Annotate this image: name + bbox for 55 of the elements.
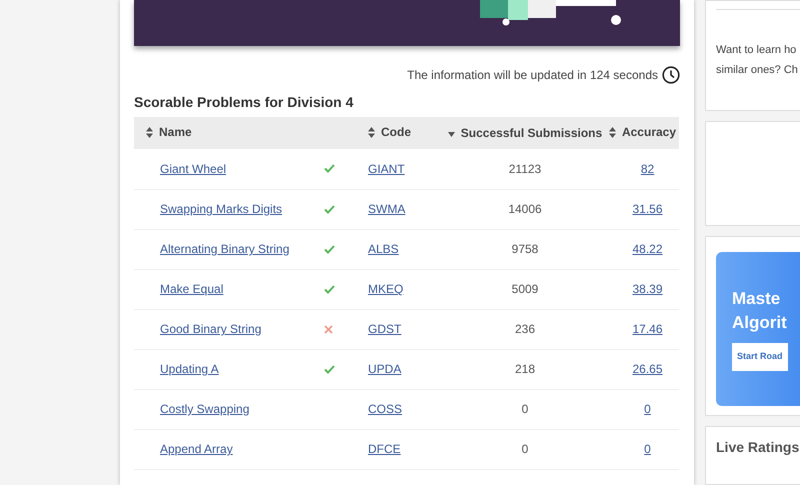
problem-link[interactable]: Make Equal	[160, 282, 224, 296]
learn-text: similar ones? Ch	[716, 63, 799, 78]
learn-text: Want to learn ho	[716, 43, 798, 58]
accuracy-link[interactable]: 48.22	[632, 242, 663, 256]
accuracy-link[interactable]: 0	[644, 402, 651, 416]
live-ratings-title: Live Ratings	[716, 438, 800, 458]
accuracy-link[interactable]: 17.46	[632, 322, 663, 336]
check-icon	[324, 284, 335, 294]
start-roadmap-button[interactable]: Start Road	[732, 342, 788, 371]
submissions-count: 5009	[512, 282, 538, 296]
problem-link[interactable]: Costly Swapping	[160, 402, 250, 416]
column-header[interactable]: Successful Submissions	[448, 124, 602, 142]
check-icon	[324, 364, 335, 374]
check-icon	[324, 244, 335, 254]
problem-code-link[interactable]: UPDA	[368, 362, 402, 376]
submissions-count: 9758	[512, 242, 538, 256]
problem-link[interactable]: Good Binary String	[160, 322, 262, 336]
column-header[interactable]: Accuracy	[608, 123, 676, 142]
problem-code-link[interactable]: GIANT	[368, 162, 405, 176]
accuracy-link[interactable]: 82	[640, 162, 654, 176]
promo-title: Maste	[732, 288, 782, 310]
section-title: Scorable Problems for Division 4	[134, 93, 354, 112]
problem-code-link[interactable]: ALBS	[368, 242, 399, 256]
update-notice: The information will be updated in 124 seconds	[407, 67, 658, 84]
problem-code-link[interactable]: DFCE	[368, 442, 401, 456]
accuracy-link[interactable]: 26.65	[632, 362, 663, 376]
accuracy-link[interactable]: 0	[644, 442, 651, 456]
accuracy-link[interactable]: 38.39	[632, 282, 663, 296]
cross-icon	[324, 324, 333, 334]
problem-code-link[interactable]: SWMA	[368, 202, 406, 216]
submissions-count: 0	[522, 442, 528, 456]
check-icon	[324, 164, 335, 174]
sort-icon	[146, 126, 153, 138]
clock-icon	[662, 66, 680, 84]
submissions-count: 218	[514, 362, 536, 376]
problem-link[interactable]: Updating A	[160, 362, 219, 376]
problem-code-link[interactable]: COSS	[368, 402, 402, 416]
problem-code-link[interactable]: MKEQ	[368, 282, 404, 296]
accuracy-link[interactable]: 31.56	[632, 202, 663, 216]
problem-link[interactable]: Append Array	[160, 442, 233, 456]
column-header[interactable]: Name	[146, 123, 192, 142]
sort-descending-icon	[448, 132, 455, 138]
problem-link[interactable]: Swapping Marks Digits	[160, 202, 282, 216]
problem-link[interactable]: Alternating Binary String	[160, 242, 290, 256]
submissions-count: 236	[514, 322, 536, 336]
submissions-count: 0	[522, 402, 528, 416]
problem-link[interactable]: Giant Wheel	[160, 162, 226, 176]
column-header[interactable]: Code	[368, 123, 411, 142]
problem-code-link[interactable]: GDST	[368, 322, 402, 336]
promo-title: Algorit	[732, 312, 788, 334]
check-icon	[324, 204, 335, 214]
sort-icon	[608, 126, 616, 138]
sort-icon	[368, 126, 375, 138]
submissions-count: 14006	[508, 202, 542, 216]
submissions-count: 21123	[508, 162, 542, 176]
